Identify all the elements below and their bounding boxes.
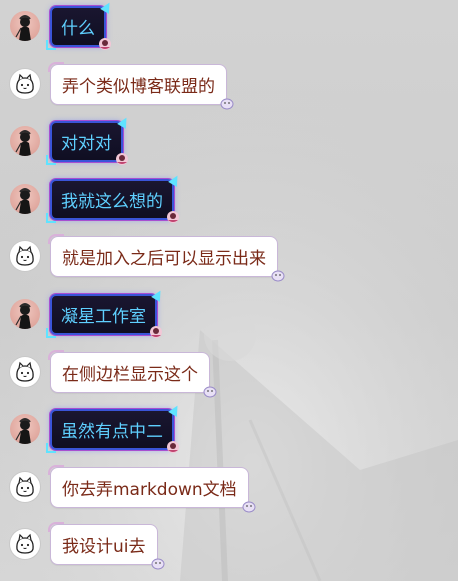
message-row: 就是加入之后可以显示出来 bbox=[0, 233, 458, 285]
message-text: 我设计ui去 bbox=[62, 537, 146, 558]
dark-figure-avatar-icon[interactable] bbox=[10, 126, 40, 157]
message-row: 弄个类似博客联盟的 bbox=[0, 61, 458, 113]
message-bubble[interactable]: 对对对 bbox=[46, 121, 128, 166]
message-row: 什么 bbox=[0, 3, 458, 55]
message-text: 我就这么想的 bbox=[61, 191, 163, 212]
bubble-decoration-cloud-icon bbox=[203, 384, 217, 398]
message-bubble[interactable]: 你去弄markdown文档 bbox=[48, 464, 256, 513]
bubble-decoration-cloud-icon bbox=[271, 268, 285, 282]
dark-figure-avatar-icon[interactable] bbox=[10, 183, 40, 214]
bubble-decoration-girl-icon bbox=[166, 440, 180, 454]
message-bubble[interactable]: 凝星工作室 bbox=[46, 294, 162, 338]
message-text: 你去弄markdown文档 bbox=[62, 479, 237, 500]
bubble-decoration-girl-icon bbox=[115, 152, 129, 166]
message-row: 你去弄markdown文档 bbox=[0, 464, 458, 516]
white-cat-avatar-icon[interactable] bbox=[10, 241, 40, 272]
white-cat-avatar-icon[interactable] bbox=[10, 471, 40, 502]
message-row: 虽然有点中二 bbox=[0, 406, 458, 458]
message-row: 我就这么想的 bbox=[0, 176, 458, 228]
white-cat-avatar-icon[interactable] bbox=[10, 68, 40, 99]
message-bubble[interactable]: 虽然有点中二 bbox=[46, 409, 179, 454]
message-bubble[interactable]: 在侧边栏显示这个 bbox=[48, 349, 217, 398]
message-bubble[interactable]: 就是加入之后可以显示出来 bbox=[48, 234, 285, 282]
dark-figure-avatar-icon[interactable] bbox=[10, 11, 40, 41]
message-text: 对对对 bbox=[61, 134, 112, 155]
bubble-decoration-girl-icon bbox=[98, 37, 112, 51]
bubble-decoration-cloud-icon bbox=[151, 556, 165, 570]
bubble-decoration-cloud-icon bbox=[242, 499, 256, 513]
message-bubble[interactable]: 我设计ui去 bbox=[48, 522, 164, 570]
dark-figure-avatar-icon[interactable] bbox=[10, 414, 40, 445]
white-cat-avatar-icon[interactable] bbox=[10, 529, 40, 560]
bubble-decoration-cloud-icon bbox=[220, 96, 234, 110]
message-bubble[interactable]: 什么 bbox=[46, 6, 111, 50]
message-text: 在侧边栏显示这个 bbox=[62, 364, 198, 385]
message-bubble[interactable]: 弄个类似博客联盟的 bbox=[48, 61, 234, 110]
dark-figure-avatar-icon[interactable] bbox=[10, 299, 40, 329]
message-text: 就是加入之后可以显示出来 bbox=[62, 249, 266, 270]
bubble-decoration-girl-icon bbox=[149, 325, 163, 339]
message-bubble[interactable]: 我就这么想的 bbox=[46, 178, 179, 223]
message-text: 虽然有点中二 bbox=[61, 422, 163, 443]
chat-message-list[interactable]: 什么弄个类似博客联盟的 对对对我就这么想的就是加入之后可以显示出来 凝星工作室在侧边… bbox=[0, 0, 458, 581]
message-row: 在侧边栏显示这个 bbox=[0, 349, 458, 401]
white-cat-avatar-icon[interactable] bbox=[10, 356, 40, 387]
message-text: 什么 bbox=[61, 19, 95, 39]
message-row: 对对对 bbox=[0, 118, 458, 170]
message-row: 凝星工作室 bbox=[0, 291, 458, 343]
message-text: 凝星工作室 bbox=[61, 307, 146, 327]
bubble-decoration-girl-icon bbox=[166, 210, 180, 224]
message-row: 我设计ui去 bbox=[0, 521, 458, 573]
message-text: 弄个类似博客联盟的 bbox=[62, 76, 215, 97]
